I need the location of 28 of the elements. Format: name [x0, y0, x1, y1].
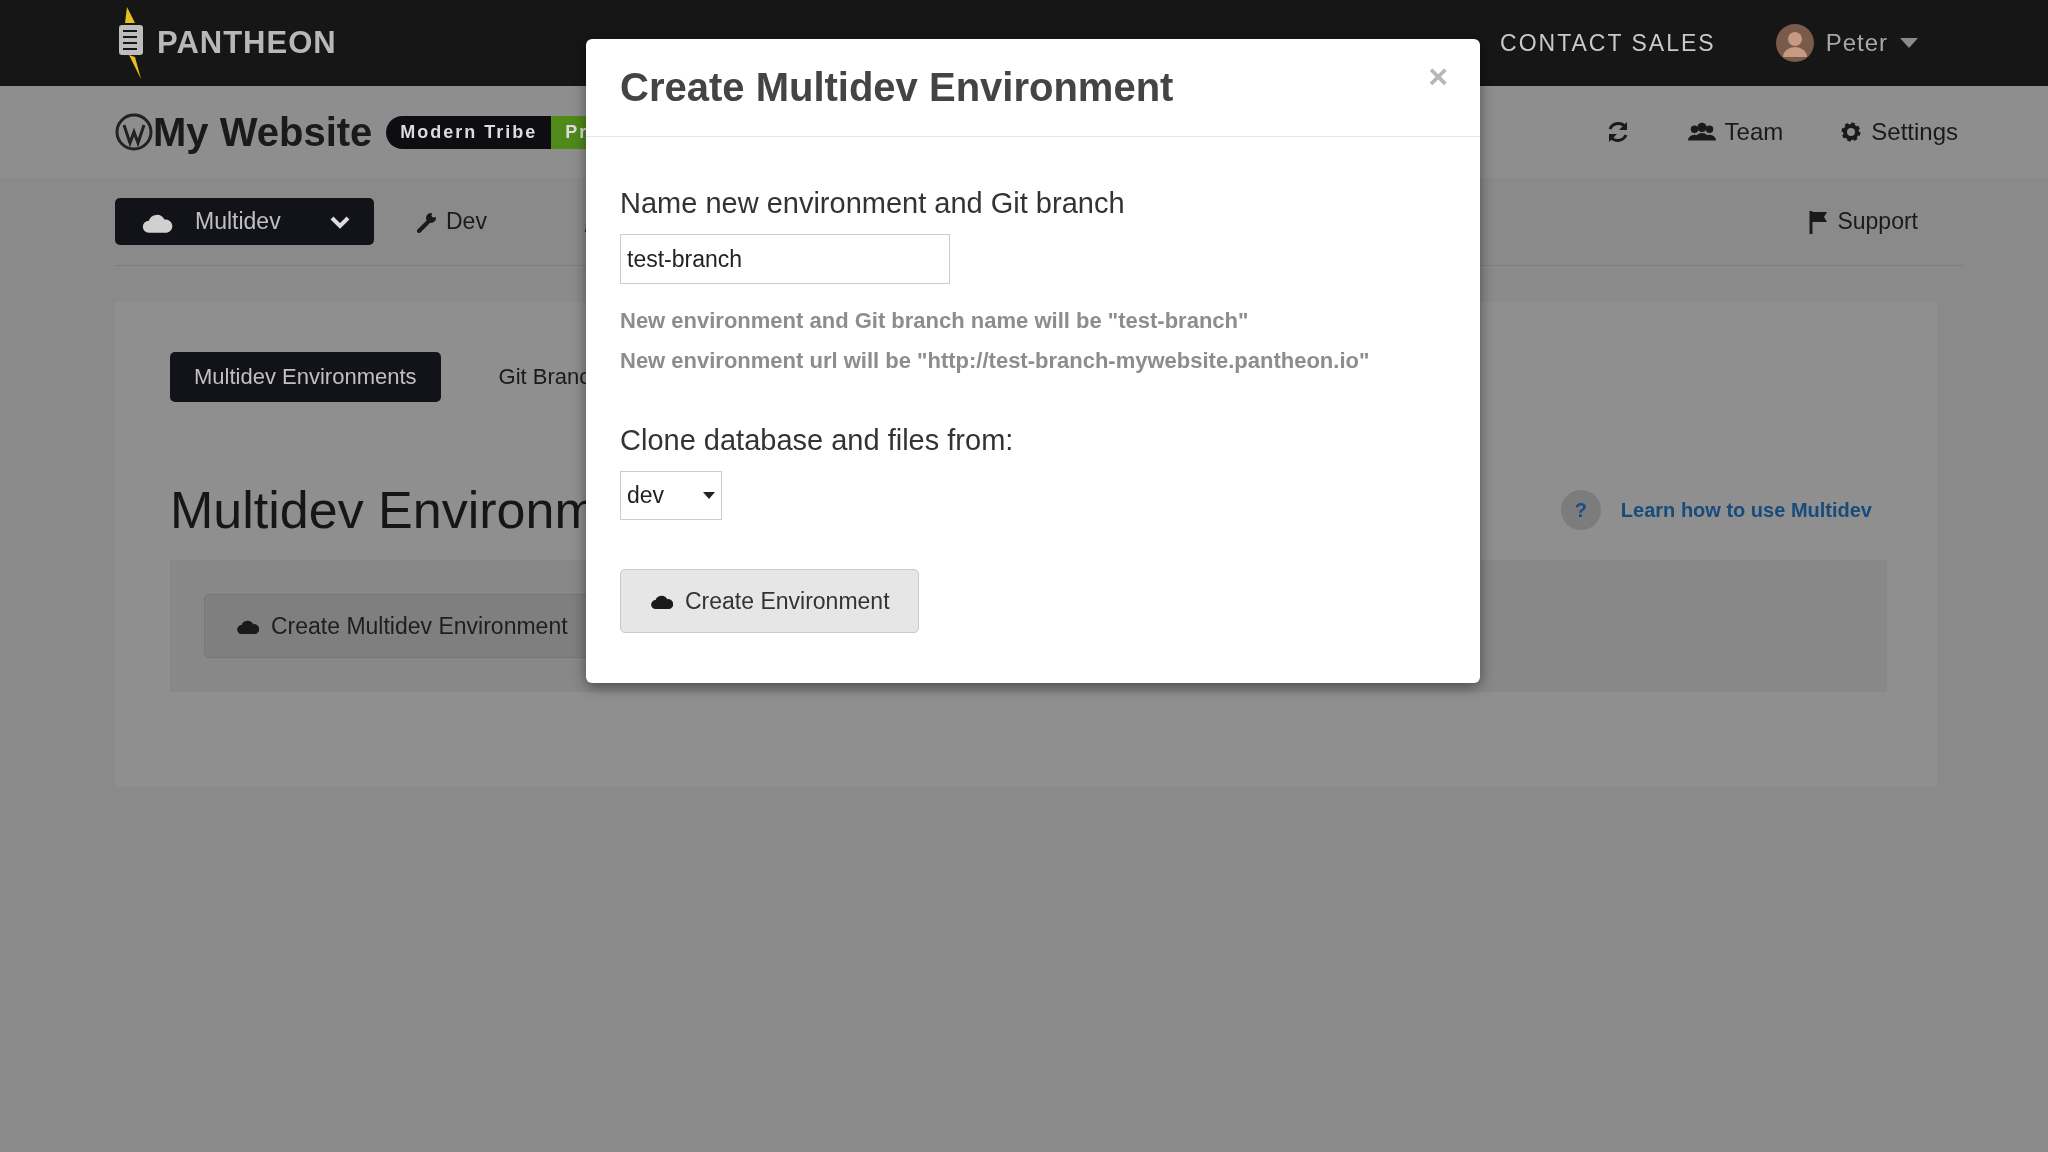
field-label: Name new environment and Git branch [620, 187, 1125, 220]
avatar-icon [1775, 24, 1814, 62]
tab[interactable]: Multidev Environments [170, 352, 441, 402]
flag-icon [1809, 209, 1830, 234]
nav-link[interactable]: CONTACT SALES [1500, 29, 1716, 57]
help-text: New environment and Git branch name will be "test-branch" [620, 308, 1249, 334]
branch-name-field[interactable]: test-branch [620, 234, 950, 284]
header-link[interactable]: Settings [1839, 118, 1958, 146]
team-icon [1686, 121, 1717, 143]
wordpress-icon [115, 113, 153, 151]
environment-dropdown[interactable]: Multidev [115, 198, 374, 245]
help-text: New environment url will be "http://test-branch-mywebsite.pantheon.io" [620, 348, 1370, 374]
header-link[interactable]: Team [1686, 118, 1784, 146]
logo-wordmark[interactable]: PANTHEON [157, 25, 337, 61]
caret-icon [703, 492, 715, 499]
source-dropdown[interactable]: dev [620, 471, 722, 520]
create-environment-button[interactable]: Create Environment [620, 569, 919, 633]
help-icon: ? [1560, 490, 1601, 530]
caret-icon [1900, 38, 1918, 48]
plan-badge: Modern Tribe [386, 115, 552, 149]
support-link[interactable]: Support [1809, 208, 1918, 235]
chevron-icon [330, 214, 350, 229]
environment-tab[interactable]: Dev [416, 208, 487, 235]
wrench-icon [416, 210, 438, 233]
user-menu[interactable]: Peter [1825, 29, 1888, 57]
modal-title: Create Multidev Environment [620, 65, 1174, 110]
field-label: Clone database and files from: [620, 424, 1014, 457]
site-title: My Website [153, 109, 373, 155]
